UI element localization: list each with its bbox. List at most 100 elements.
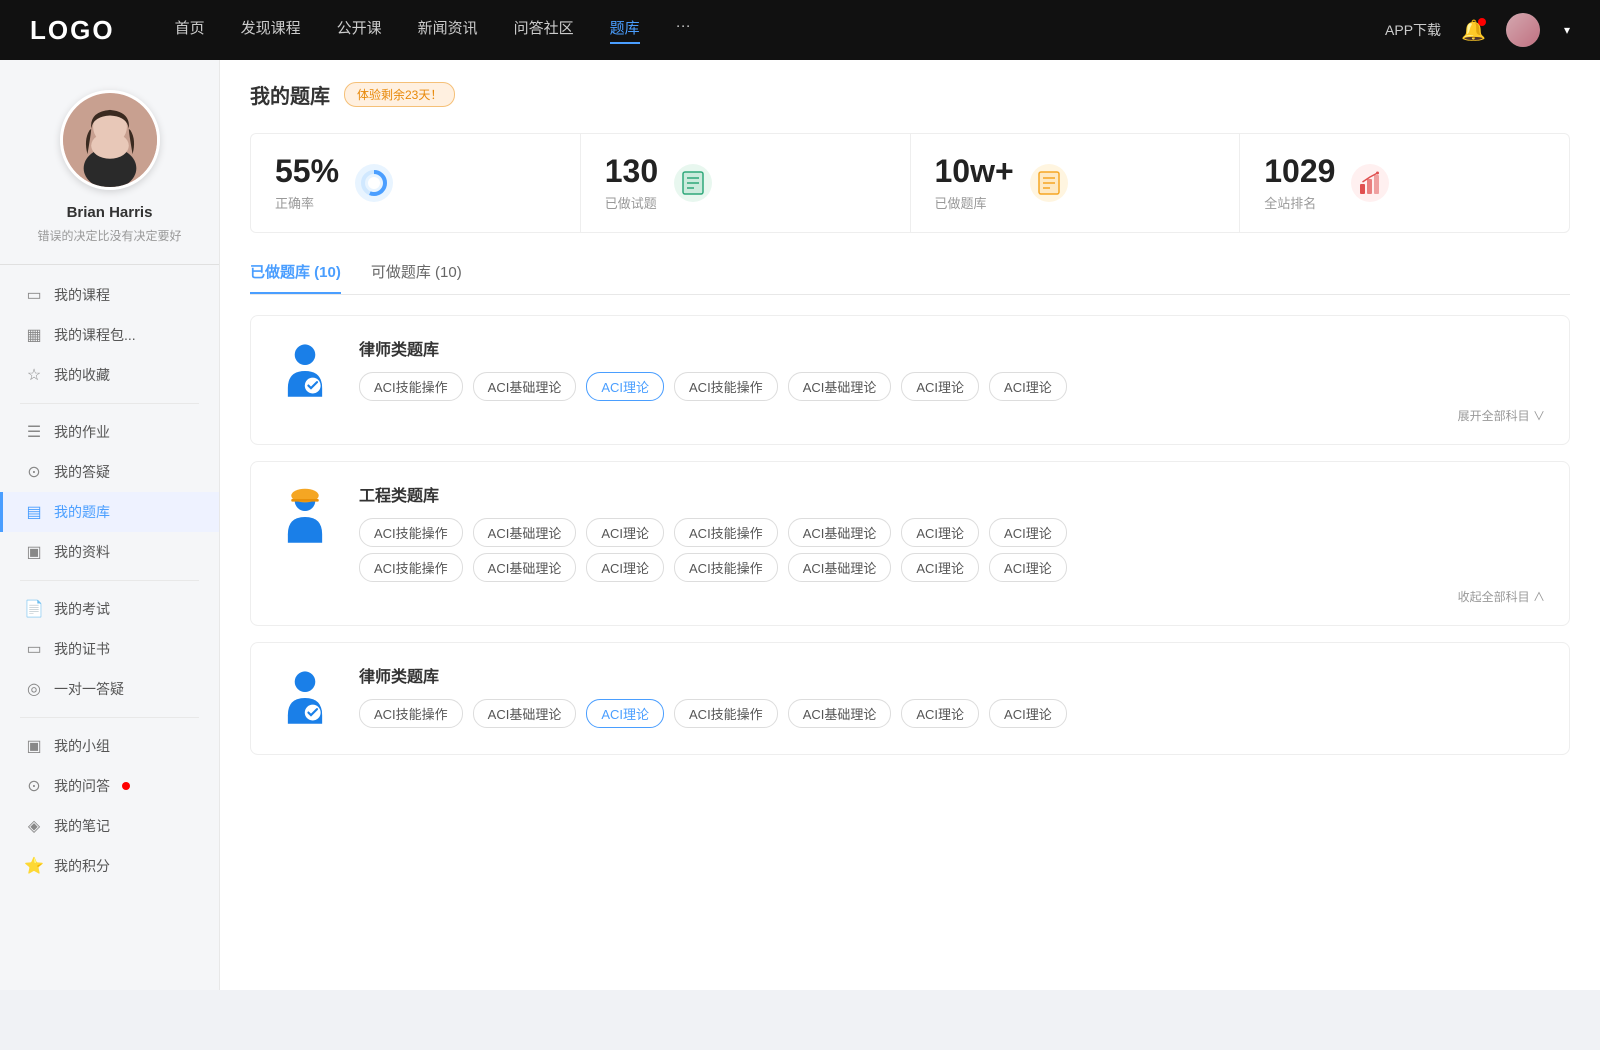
bank-content-lawyer-1: 律师类题库 ACI技能操作 ACI基础理论 ACI理论 ACI技能操作 ACI基… [359, 336, 1545, 424]
nav-more[interactable]: ··· [676, 17, 691, 44]
bank-icon: ▤ [24, 502, 44, 522]
exam-icon: 📄 [24, 599, 44, 619]
avatar-silhouette [63, 90, 157, 190]
tag-lawyer1-2[interactable]: ACI理论 [586, 372, 664, 401]
tabs-row: 已做题库 (10) 可做题库 (10) [250, 261, 1570, 295]
trial-badge: 体验剩余23天！ [344, 82, 455, 107]
page-title-row: 我的题库 体验剩余23天！ [250, 80, 1570, 109]
nav-discover[interactable]: 发现课程 [241, 17, 301, 44]
tag-lawyer2-4[interactable]: ACI基础理论 [788, 699, 892, 728]
tag-lawyer2-0[interactable]: ACI技能操作 [359, 699, 463, 728]
header-right: APP下载 🔔 ▾ [1385, 13, 1570, 47]
tag-lawyer2-6[interactable]: ACI理论 [989, 699, 1067, 728]
stat-done-questions-label: 已做试题 [605, 193, 658, 212]
user-menu-chevron[interactable]: ▾ [1564, 23, 1570, 37]
menu-packages-label: 我的课程包... [54, 325, 136, 345]
notification-bell[interactable]: 🔔 [1461, 18, 1486, 43]
tag-eng-4[interactable]: ACI基础理论 [788, 518, 892, 547]
stat-ranking: 1029 全站排名 [1240, 134, 1569, 232]
bank-tags-engineer-row1: ACI技能操作 ACI基础理论 ACI理论 ACI技能操作 ACI基础理论 AC… [359, 518, 1545, 547]
menu-points[interactable]: ⭐ 我的积分 [0, 846, 219, 886]
user-avatar-large [60, 90, 160, 190]
menu-favorites[interactable]: ☆ 我的收藏 [0, 355, 219, 395]
menu-my-qa-label: 我的问答 [54, 776, 110, 796]
menu-my-courses[interactable]: ▭ 我的课程 [0, 275, 219, 315]
tag-lawyer1-6[interactable]: ACI理论 [989, 372, 1067, 401]
stat-done-banks-label: 已做题库 [935, 193, 1014, 212]
menu-homework[interactable]: ☰ 我的作业 [0, 412, 219, 452]
tag-eng-3[interactable]: ACI技能操作 [674, 518, 778, 547]
tag-eng-2[interactable]: ACI理论 [586, 518, 664, 547]
menu-my-qa[interactable]: ⊙ 我的问答 [0, 766, 219, 806]
stat-done-questions-text: 130 已做试题 [605, 154, 658, 212]
user-motto: 错误的决定比没有决定要好 [20, 227, 199, 244]
menu-notes[interactable]: ◈ 我的笔记 [0, 806, 219, 846]
tag-eng2-4[interactable]: ACI基础理论 [788, 553, 892, 582]
expand-link-engineer[interactable]: 收起全部科目 ∧ [359, 588, 1545, 605]
bank-card-lawyer-2: 律师类题库 ACI技能操作 ACI基础理论 ACI理论 ACI技能操作 ACI基… [250, 642, 1570, 755]
main-nav: 首页 发现课程 公开课 新闻资讯 问答社区 题库 ··· [175, 17, 1385, 44]
bank-content-lawyer-2: 律师类题库 ACI技能操作 ACI基础理论 ACI理论 ACI技能操作 ACI基… [359, 663, 1545, 734]
menu-tutoring[interactable]: ◎ 一对一答疑 [0, 669, 219, 709]
profile-section: Brian Harris 错误的决定比没有决定要好 [0, 60, 219, 265]
menu-qa-mine[interactable]: ⊙ 我的答疑 [0, 452, 219, 492]
nav-bank[interactable]: 题库 [610, 17, 640, 44]
stat-done-banks-value: 10w+ [935, 154, 1014, 189]
tag-lawyer1-1[interactable]: ACI基础理论 [473, 372, 577, 401]
menu-question-bank[interactable]: ▤ 我的题库 [0, 492, 219, 532]
menu-group[interactable]: ▣ 我的小组 [0, 726, 219, 766]
menu-profile[interactable]: ▣ 我的资料 [0, 532, 219, 572]
tag-eng-5[interactable]: ACI理论 [901, 518, 979, 547]
menu-certificate[interactable]: ▭ 我的证书 [0, 629, 219, 669]
notes-icon: ◈ [24, 816, 44, 836]
tag-lawyer1-0[interactable]: ACI技能操作 [359, 372, 463, 401]
nav-news[interactable]: 新闻资讯 [418, 17, 478, 44]
stat-done-banks-text: 10w+ 已做题库 [935, 154, 1014, 212]
expand-link-lawyer-1[interactable]: 展开全部科目 ∨ [359, 407, 1545, 424]
menu-courses-label: 我的课程 [54, 285, 110, 305]
tag-eng2-2[interactable]: ACI理论 [586, 553, 664, 582]
tag-eng2-1[interactable]: ACI基础理论 [473, 553, 577, 582]
nav-open-course[interactable]: 公开课 [337, 17, 382, 44]
tag-eng2-3[interactable]: ACI技能操作 [674, 553, 778, 582]
stat-accuracy-text: 55% 正确率 [275, 154, 339, 212]
stat-questions-icon [674, 164, 712, 202]
my-qa-icon: ⊙ [24, 776, 44, 796]
tag-lawyer2-1[interactable]: ACI基础理论 [473, 699, 577, 728]
lawyer-icon-svg-2 [279, 668, 331, 728]
stat-ranking-icon [1351, 164, 1389, 202]
bank-card-engineer: 工程类题库 ACI技能操作 ACI基础理论 ACI理论 ACI技能操作 ACI基… [250, 461, 1570, 626]
stat-accuracy-label: 正确率 [275, 193, 339, 212]
tab-available-banks[interactable]: 可做题库 (10) [371, 261, 462, 294]
stat-ranking-text: 1029 全站排名 [1264, 154, 1335, 212]
tag-lawyer1-3[interactable]: ACI技能操作 [674, 372, 778, 401]
tag-eng-0[interactable]: ACI技能操作 [359, 518, 463, 547]
nav-home[interactable]: 首页 [175, 17, 205, 44]
lawyer-icon-svg [279, 341, 331, 401]
main-wrapper: Brian Harris 错误的决定比没有决定要好 ▭ 我的课程 ▦ 我的课程包… [0, 60, 1600, 990]
user-avatar-header[interactable] [1506, 13, 1540, 47]
tag-eng-6[interactable]: ACI理论 [989, 518, 1067, 547]
tag-eng2-6[interactable]: ACI理论 [989, 553, 1067, 582]
menu-bank-label: 我的题库 [54, 502, 110, 522]
ranking-chart-icon [1357, 170, 1383, 196]
tag-eng2-0[interactable]: ACI技能操作 [359, 553, 463, 582]
menu-exam[interactable]: 📄 我的考试 [0, 589, 219, 629]
tag-eng-1[interactable]: ACI基础理论 [473, 518, 577, 547]
menu-notes-label: 我的笔记 [54, 816, 110, 836]
profile-icon: ▣ [24, 542, 44, 562]
stat-ranking-label: 全站排名 [1264, 193, 1335, 212]
qa-notification-dot [122, 782, 130, 790]
packages-icon: ▦ [24, 325, 44, 345]
page-title: 我的题库 [250, 80, 330, 109]
app-download-button[interactable]: APP下载 [1385, 20, 1441, 40]
tab-done-banks[interactable]: 已做题库 (10) [250, 261, 341, 294]
nav-qa[interactable]: 问答社区 [514, 17, 574, 44]
menu-course-packages[interactable]: ▦ 我的课程包... [0, 315, 219, 355]
tag-eng2-5[interactable]: ACI理论 [901, 553, 979, 582]
tag-lawyer2-2[interactable]: ACI理论 [586, 699, 664, 728]
tag-lawyer2-3[interactable]: ACI技能操作 [674, 699, 778, 728]
tag-lawyer1-5[interactable]: ACI理论 [901, 372, 979, 401]
tag-lawyer1-4[interactable]: ACI基础理论 [788, 372, 892, 401]
tag-lawyer2-5[interactable]: ACI理论 [901, 699, 979, 728]
